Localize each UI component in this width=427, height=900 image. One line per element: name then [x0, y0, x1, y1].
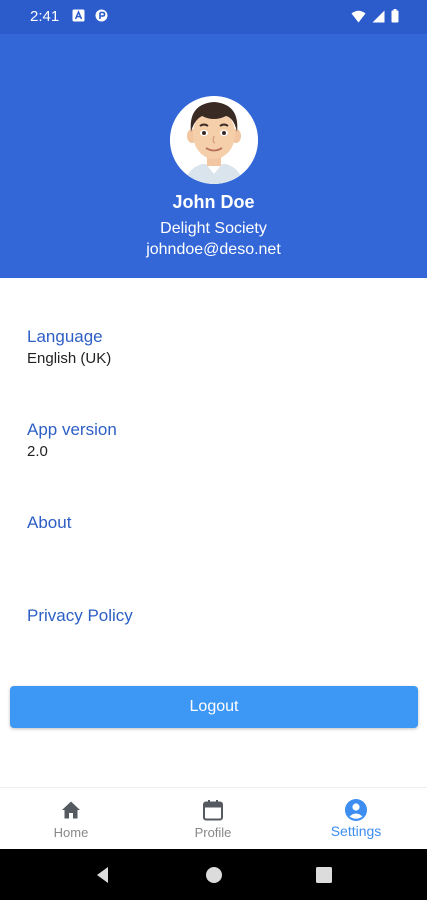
setting-about[interactable]: About [27, 512, 407, 534]
nav-label: Settings [330, 823, 382, 839]
bottom-navigation: Home Profile Settings [0, 787, 427, 850]
calendar-icon [203, 800, 223, 821]
logout-button[interactable]: Logout [10, 686, 418, 728]
avatar-illustration [170, 96, 258, 184]
signal-icon [372, 10, 385, 22]
nav-item-home[interactable]: Home [0, 788, 142, 850]
setting-label: Privacy Policy [27, 606, 133, 625]
system-navigation-bar [0, 849, 427, 900]
setting-privacy-policy[interactable]: Privacy Policy [27, 605, 407, 627]
battery-icon [391, 9, 399, 23]
back-icon[interactable] [93, 865, 113, 885]
setting-language[interactable]: Language English (UK) [27, 326, 407, 369]
nav-label: Profile [194, 825, 232, 840]
setting-app-version[interactable]: App version 2.0 [27, 419, 407, 462]
user-email: johndoe@deso.net [146, 241, 281, 258]
nav-item-settings[interactable]: Settings [285, 788, 427, 850]
setting-value: 2.0 [27, 443, 48, 460]
home-circle-icon[interactable] [204, 865, 224, 885]
status-time: 2:41 [30, 8, 60, 25]
notification-app-icon [95, 9, 108, 22]
status-bar: 2:41 [0, 0, 427, 34]
setting-value: English (UK) [27, 350, 112, 367]
setting-label: App version [27, 420, 117, 439]
home-icon [62, 801, 80, 819]
user-name: John Doe [172, 192, 255, 212]
setting-label: About [27, 513, 72, 532]
notification-a-icon [72, 9, 85, 22]
recents-icon[interactable] [314, 865, 334, 885]
account-circle-icon [345, 799, 367, 821]
setting-label: Language [27, 327, 103, 346]
profile-header: John Doe Delight Society johndoe@deso.ne… [0, 34, 427, 278]
nav-label: Home [53, 825, 89, 840]
status-system-icons [351, 9, 399, 23]
wifi-icon [351, 10, 366, 22]
nav-item-profile[interactable]: Profile [142, 788, 284, 850]
avatar [170, 96, 258, 184]
user-organization: Delight Society [160, 220, 267, 237]
status-notification-icons [72, 9, 108, 22]
